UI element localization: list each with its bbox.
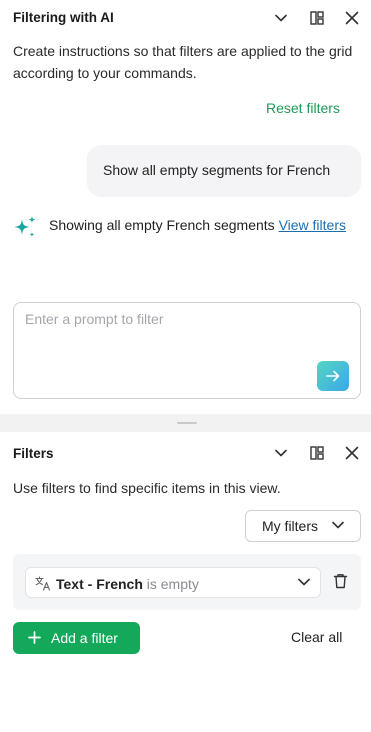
filter-condition-select[interactable]: Text - French is empty xyxy=(25,567,321,598)
chevron-down-icon[interactable] xyxy=(271,8,291,28)
sparkle-icon xyxy=(14,216,36,237)
filter-field-name: Text - French xyxy=(56,576,143,592)
clear-all-button[interactable]: Clear all xyxy=(291,629,342,645)
ai-panel-description: Create instructions so that filters are … xyxy=(13,43,353,81)
send-button[interactable] xyxy=(317,361,349,391)
arrow-right-icon xyxy=(326,370,340,382)
split-view-icon[interactable] xyxy=(307,443,327,463)
ai-panel-title: Filtering with AI xyxy=(13,10,114,25)
prompt-box xyxy=(13,302,361,399)
filters-panel: Filters Use filters to find specific ite… xyxy=(0,432,371,732)
chevron-down-icon[interactable] xyxy=(271,443,291,463)
close-icon[interactable] xyxy=(342,443,362,463)
filters-panel-title: Filters xyxy=(13,446,54,461)
ai-filter-panel: Filtering with AI Create instructions so… xyxy=(0,0,371,414)
ai-panel-header: Filtering with AI xyxy=(0,0,371,36)
user-message-bubble: Show all empty segments for French xyxy=(87,145,361,197)
user-message-text: Show all empty segments for French xyxy=(103,162,331,178)
panel-resize-divider[interactable] xyxy=(0,414,371,432)
add-filter-label: Add a filter xyxy=(51,630,118,646)
filters-panel-description: Use filters to find specific items in th… xyxy=(13,480,281,496)
my-filters-dropdown[interactable]: My filters xyxy=(245,510,361,542)
translate-icon xyxy=(35,576,51,591)
my-filters-label: My filters xyxy=(262,518,318,534)
add-filter-button[interactable]: Add a filter xyxy=(13,622,140,654)
reset-filters-link[interactable]: Reset filters xyxy=(266,100,340,116)
plus-icon xyxy=(28,631,41,644)
close-icon[interactable] xyxy=(342,8,362,28)
ai-response-text: Showing all empty French segments View f… xyxy=(49,214,349,236)
filter-condition-text: is empty xyxy=(142,576,199,592)
view-filters-link[interactable]: View filters xyxy=(279,217,346,233)
ai-response-message: Showing all empty French segments xyxy=(49,217,279,233)
filter-row: Text - French is empty xyxy=(13,554,361,610)
trash-icon[interactable] xyxy=(333,573,348,589)
split-view-icon[interactable] xyxy=(307,8,327,28)
chevron-down-icon xyxy=(298,578,310,586)
filters-panel-header: Filters xyxy=(0,432,371,468)
resize-grip-handle[interactable] xyxy=(177,422,197,424)
chevron-down-icon xyxy=(332,521,344,529)
prompt-input[interactable] xyxy=(25,311,315,351)
